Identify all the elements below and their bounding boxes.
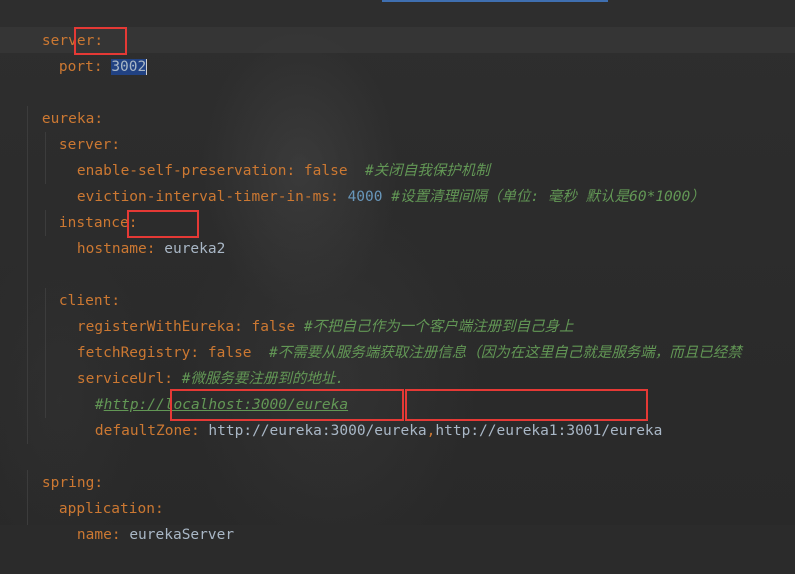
code-line: fetchRegistry: false #不需要从服务端获取注册信息（因为在这…: [76, 345, 742, 361]
text-caret: [146, 59, 148, 75]
code-line: client:: [58, 293, 121, 309]
code-line: instance:: [58, 215, 138, 231]
code-line: eviction-interval-timer-in-ms: 4000 #设置清…: [76, 189, 705, 205]
code-line: server:: [58, 137, 121, 153]
yaml-key: defaultZone: [94, 423, 191, 439]
code-comment: #设置清理间隔（单位: 毫秒 默认是60*1000）: [391, 189, 705, 205]
annotation-box-default-zone-1: [170, 389, 404, 421]
code-line: name: eurekaServer: [76, 527, 235, 543]
yaml-key: port: [58, 59, 94, 75]
default-zone-url-1[interactable]: http://eureka:3000/eureka: [208, 423, 426, 439]
port-value[interactable]: 3002: [111, 59, 147, 75]
code-line: eureka:: [41, 111, 104, 127]
hostname-value[interactable]: eureka2: [164, 241, 225, 257]
yaml-value: eurekaServer: [129, 527, 235, 543]
code-line: application:: [58, 501, 164, 517]
yaml-key: hostname: [76, 241, 147, 257]
scroll-indicator: [382, 0, 608, 2]
default-zone-url-2[interactable]: http://eureka1:3001/eureka: [435, 423, 662, 439]
code-line: serviceUrl: #微服务要注册到的地址.: [76, 371, 345, 387]
annotation-box-port: [74, 27, 127, 55]
yaml-key: name: [76, 527, 112, 543]
code-line: server:: [41, 33, 104, 49]
code-line: enable-self-preservation: false #关闭自我保护机…: [76, 163, 490, 179]
annotation-box-hostname: [127, 210, 199, 238]
yaml-value: 4000: [347, 189, 383, 205]
code-line: spring:: [41, 475, 104, 491]
code-line: registerWithEureka: false #不把自己作为一个客户端注册…: [76, 319, 574, 335]
annotation-box-default-zone-2: [405, 389, 648, 421]
